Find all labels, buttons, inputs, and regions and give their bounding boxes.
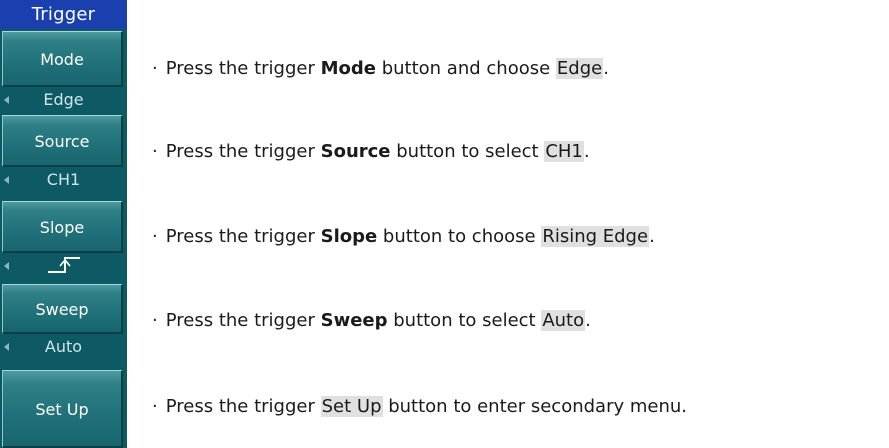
sweep-button[interactable]: Sweep — [2, 284, 123, 334]
instruction-text: button to choose — [377, 226, 542, 247]
instruction-button-name: Sweep — [320, 310, 388, 331]
left-arrow-icon — [4, 343, 9, 351]
instruction-sweep: · Press the trigger Sweep button to selec… — [152, 309, 591, 333]
instruction-text: . — [585, 310, 591, 331]
instruction-source: · Press the trigger Source button to sele… — [152, 140, 590, 164]
instruction-text: button to select — [390, 141, 545, 162]
mode-value-label: Edge — [43, 90, 84, 109]
instruction-option: Set Up — [320, 396, 383, 417]
sweep-value[interactable]: Auto — [0, 334, 127, 360]
instruction-text: button and choose — [375, 58, 556, 79]
sweep-button-label: Sweep — [35, 300, 89, 319]
mode-value[interactable]: Edge — [0, 87, 127, 113]
instruction-button-name: Mode — [320, 58, 376, 79]
source-button[interactable]: Source — [2, 115, 123, 167]
instruction-text: button to enter secondary menu. — [382, 396, 687, 417]
instruction-slope: · Press the trigger Slope button to choos… — [152, 225, 655, 249]
slope-button-label: Slope — [39, 218, 85, 237]
trigger-menu: Trigger Mode Edge Source CH1 Slope Sweep… — [0, 0, 127, 448]
instruction-button-name: Slope — [320, 226, 378, 247]
bullet: · — [152, 310, 158, 331]
instruction-text: Press the trigger — [165, 141, 321, 162]
bullet: · — [152, 226, 158, 247]
rising-edge-icon — [47, 257, 80, 273]
instruction-mode: · Press the trigger Mode button and choos… — [152, 57, 609, 81]
instruction-text: . — [649, 226, 655, 247]
instruction-text: Press the trigger — [165, 226, 321, 247]
instruction-text: Press the trigger — [165, 310, 321, 331]
slope-button[interactable]: Slope — [2, 201, 123, 253]
setup-button[interactable]: Set Up — [2, 370, 123, 448]
instruction-button-name: Source — [320, 141, 391, 162]
bullet: · — [152, 141, 158, 162]
instruction-text: Press the trigger — [165, 58, 321, 79]
source-button-label: Source — [34, 132, 90, 151]
setup-button-label: Set Up — [35, 400, 89, 419]
instruction-setup: · Press the trigger Set Up button to ente… — [152, 395, 687, 419]
left-arrow-icon — [4, 262, 9, 270]
left-arrow-icon — [4, 96, 9, 104]
instruction-text: Press the trigger — [165, 396, 321, 417]
instruction-option: CH1 — [544, 141, 584, 162]
instruction-option: Edge — [555, 58, 604, 79]
mode-button-label: Mode — [40, 50, 84, 69]
instruction-text: button to select — [387, 310, 542, 331]
left-arrow-icon — [4, 176, 9, 184]
instruction-text: . — [603, 58, 609, 79]
source-value[interactable]: CH1 — [0, 167, 127, 193]
bullet: · — [152, 396, 158, 417]
instruction-option: Rising Edge — [541, 226, 650, 247]
instruction-option: Auto — [541, 310, 586, 331]
sweep-value-label: Auto — [44, 337, 83, 356]
slope-value[interactable] — [0, 253, 127, 279]
instruction-text: . — [583, 141, 590, 162]
mode-button[interactable]: Mode — [2, 31, 123, 87]
bullet: · — [152, 58, 158, 79]
source-value-label: CH1 — [46, 170, 81, 189]
menu-title: Trigger — [0, 0, 127, 29]
